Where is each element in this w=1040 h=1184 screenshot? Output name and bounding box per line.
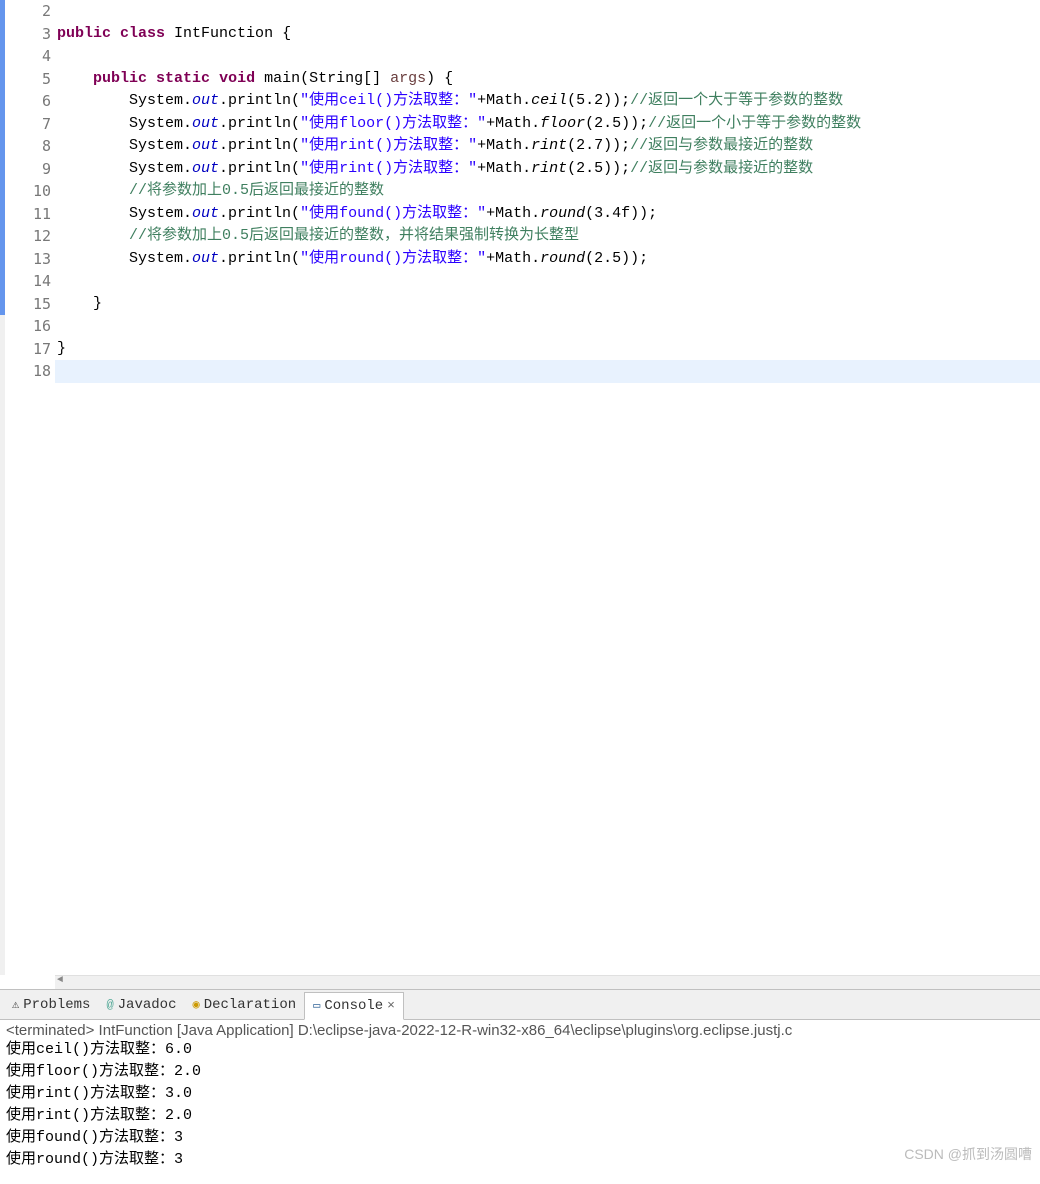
line-number: 6 xyxy=(5,90,51,113)
line-number: 10 xyxy=(5,180,51,203)
tab-label: Problems xyxy=(23,997,90,1013)
line-number: 5 xyxy=(5,68,51,91)
line-number-gutter: 23456789101112131415161718 xyxy=(5,0,55,975)
close-icon[interactable]: × xyxy=(387,998,395,1013)
code-line[interactable] xyxy=(55,270,1040,293)
vertical-ruler xyxy=(0,0,5,975)
tab-problems[interactable]: ⚠ Problems xyxy=(4,991,98,1019)
line-number: 4 xyxy=(5,45,51,68)
horizontal-scrollbar[interactable] xyxy=(55,975,1040,989)
console-line: 使用found()方法取整：3 xyxy=(6,1127,1034,1149)
line-number: 12 xyxy=(5,225,51,248)
line-number: 18 xyxy=(5,360,51,383)
problems-icon: ⚠ xyxy=(12,997,19,1012)
code-line[interactable]: public static void main(String[] args) { xyxy=(55,68,1040,91)
line-number: 15 xyxy=(5,293,51,316)
line-number: 16 xyxy=(5,315,51,338)
console-line: 使用rint()方法取整：2.0 xyxy=(6,1105,1034,1127)
bottom-panel: ⚠ Problems @ Javadoc ◉ Declaration ▭ Con… xyxy=(0,989,1040,1173)
line-number: 13 xyxy=(5,248,51,271)
console-icon: ▭ xyxy=(313,998,320,1013)
line-number: 3 xyxy=(5,23,51,46)
tab-declaration[interactable]: ◉ Declaration xyxy=(184,991,304,1019)
code-line[interactable] xyxy=(55,45,1040,68)
code-line[interactable]: System.out.println("使用found()方法取整："+Math… xyxy=(55,203,1040,226)
line-number: 9 xyxy=(5,158,51,181)
javadoc-icon: @ xyxy=(106,998,113,1012)
code-editor[interactable]: 23456789101112131415161718 public class … xyxy=(0,0,1040,975)
code-line[interactable] xyxy=(55,360,1040,383)
tab-console[interactable]: ▭ Console × xyxy=(304,992,404,1020)
line-number: 7 xyxy=(5,113,51,136)
tab-label: Declaration xyxy=(204,997,296,1013)
console-line: 使用floor()方法取整：2.0 xyxy=(6,1061,1034,1083)
line-number: 11 xyxy=(5,203,51,226)
console-line: 使用ceil()方法取整：6.0 xyxy=(6,1039,1034,1061)
code-line[interactable]: public class IntFunction { xyxy=(55,23,1040,46)
console-line: 使用round()方法取整：3 xyxy=(6,1149,1034,1171)
code-line[interactable]: System.out.println("使用rint()方法取整："+Math.… xyxy=(55,135,1040,158)
code-line[interactable]: } xyxy=(55,338,1040,361)
line-number: 17 xyxy=(5,338,51,361)
code-line[interactable] xyxy=(55,0,1040,23)
console-status: <terminated> IntFunction [Java Applicati… xyxy=(6,1022,1034,1039)
line-number: 8 xyxy=(5,135,51,158)
view-tabs: ⚠ Problems @ Javadoc ◉ Declaration ▭ Con… xyxy=(0,990,1040,1020)
code-line[interactable] xyxy=(55,315,1040,338)
line-number: 14 xyxy=(5,270,51,293)
code-line[interactable]: //将参数加上0.5后返回最接近的整数，并将结果强制转换为长整型 xyxy=(55,225,1040,248)
console-line: 使用rint()方法取整：3.0 xyxy=(6,1083,1034,1105)
code-line[interactable]: System.out.println("使用rint()方法取整："+Math.… xyxy=(55,158,1040,181)
tab-javadoc[interactable]: @ Javadoc xyxy=(98,991,184,1019)
line-number: 2 xyxy=(5,0,51,23)
console-output[interactable]: 使用ceil()方法取整：6.0使用floor()方法取整：2.0使用rint(… xyxy=(6,1039,1034,1171)
console-body: <terminated> IntFunction [Java Applicati… xyxy=(0,1020,1040,1173)
code-line[interactable]: } xyxy=(55,293,1040,316)
code-line[interactable]: System.out.println("使用round()方法取整："+Math… xyxy=(55,248,1040,271)
tab-label: Console xyxy=(324,998,383,1014)
code-area[interactable]: public class IntFunction { public static… xyxy=(55,0,1040,975)
tab-label: Javadoc xyxy=(118,997,177,1013)
code-line[interactable]: //将参数加上0.5后返回最接近的整数 xyxy=(55,180,1040,203)
watermark: CSDN @抓到汤圆嘈 xyxy=(904,1144,1032,1164)
declaration-icon: ◉ xyxy=(192,997,199,1012)
code-line[interactable]: System.out.println("使用ceil()方法取整："+Math.… xyxy=(55,90,1040,113)
code-line[interactable]: System.out.println("使用floor()方法取整："+Math… xyxy=(55,113,1040,136)
